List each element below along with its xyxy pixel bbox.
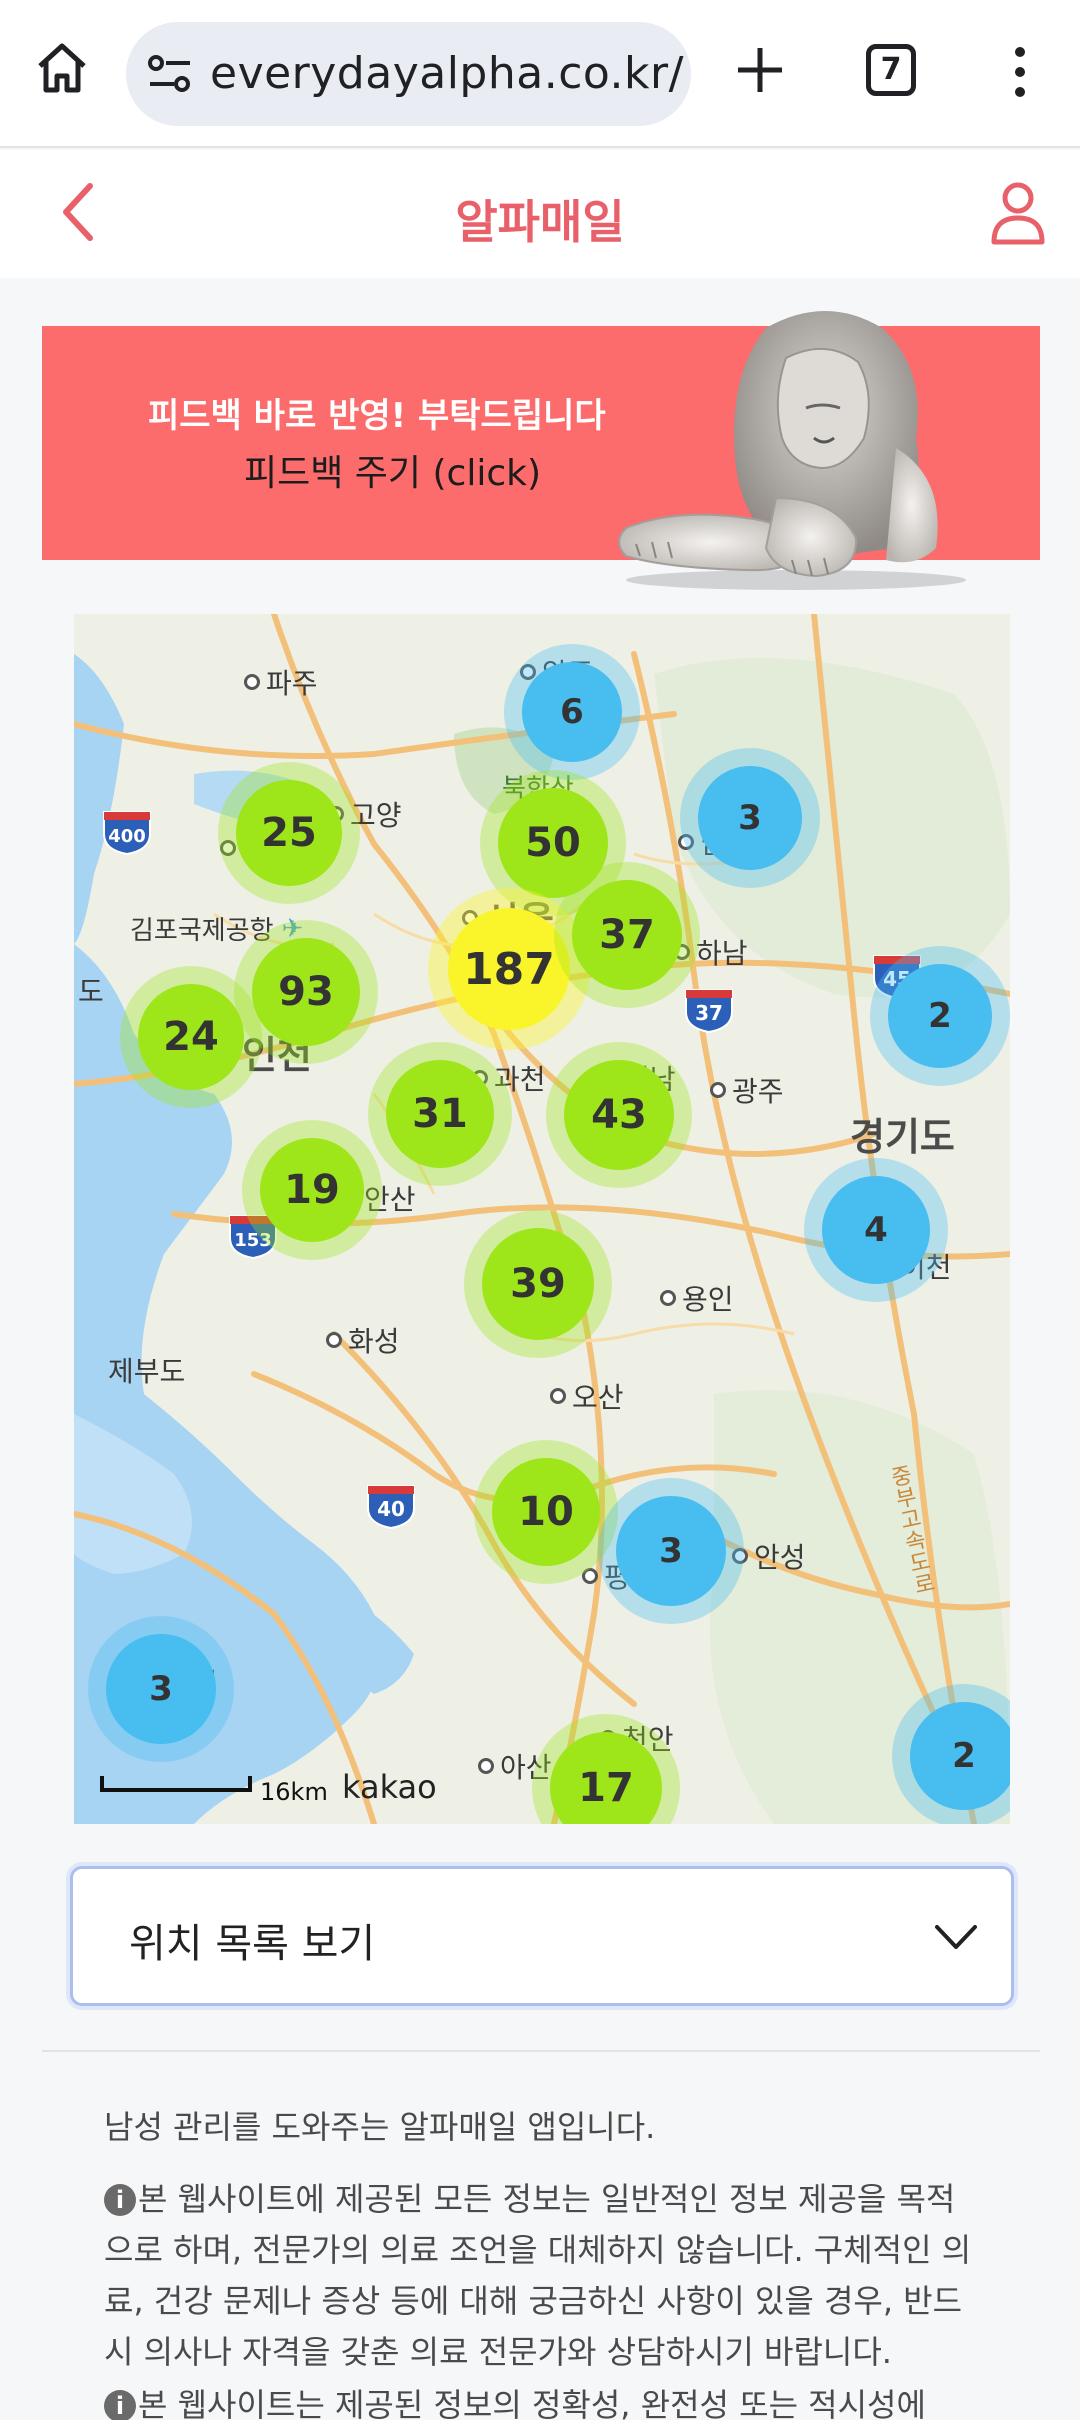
location-list-label: 위치 목록 보기 <box>129 1921 376 1967</box>
highway-shield-icon: 37 <box>682 984 736 1034</box>
region-label: 경기도 <box>850 1115 955 1159</box>
svg-text:153: 153 <box>234 1230 272 1251</box>
svg-text:37: 37 <box>695 1001 723 1025</box>
more-menu-icon[interactable] <box>1000 44 1040 100</box>
map-cluster[interactable]: 6 <box>522 662 622 762</box>
map-cluster[interactable]: 4 <box>822 1176 930 1284</box>
map-attribution: kakao <box>342 1768 437 1806</box>
place-label: 안성 <box>732 1536 806 1576</box>
map-cluster[interactable]: 2 <box>888 964 992 1068</box>
map-cluster[interactable]: 10 <box>492 1458 600 1566</box>
map-cluster[interactable]: 50 <box>498 788 608 898</box>
map-cluster[interactable]: 24 <box>138 984 244 1090</box>
map-cluster[interactable]: 3 <box>616 1496 726 1606</box>
browser-toolbar: everydayalpha.co.kr/ 7 <box>0 0 1080 148</box>
map-cluster[interactable]: 3 <box>106 1634 216 1744</box>
map-cluster[interactable]: 2 <box>910 1702 1010 1810</box>
place-label: 하남 <box>674 932 748 972</box>
map-cluster[interactable]: 187 <box>448 908 570 1030</box>
app-intro-text: 남성 관리를 도와주는 알파매일 앱입니다. <box>104 2108 656 2146</box>
tab-switcher-icon[interactable]: 7 <box>866 44 916 96</box>
disclaimer-paragraph: i본 웹사이트에 제공된 모든 정보는 일반적인 정보 제공을 목적으로 하며,… <box>104 2174 984 2378</box>
location-list-dropdown[interactable]: 위치 목록 보기 <box>70 1866 1014 2006</box>
map-cluster[interactable]: 31 <box>386 1060 494 1168</box>
lion-illustration <box>618 311 966 590</box>
feedback-banner[interactable]: 피드백 바로 반영! 부탁드립니다 피드백 주기 (click) <box>42 311 1040 590</box>
url-text[interactable]: everydayalpha.co.kr/ <box>210 48 684 99</box>
map-cluster[interactable]: 3 <box>698 766 802 870</box>
info-icon: i <box>104 2184 136 2216</box>
banner-headline: 피드백 바로 반영! 부탁드립니다 <box>148 396 606 436</box>
page-title: 알파매일 <box>455 195 625 249</box>
user-icon[interactable] <box>990 180 1046 246</box>
island-label: 제부도 <box>108 1355 186 1388</box>
place-label: 도 <box>78 975 104 1008</box>
new-tab-icon[interactable] <box>732 42 788 98</box>
place-label: 화성 <box>326 1320 400 1360</box>
highway-shield-icon: 40 <box>364 1480 418 1530</box>
map-cluster[interactable]: 37 <box>572 880 682 990</box>
info-icon: i <box>104 2390 136 2420</box>
map-scale-bar <box>100 1776 252 1792</box>
chevron-down-icon <box>935 1925 977 1949</box>
highway-shield-icon: 400 <box>100 806 154 856</box>
place-label: 오산 <box>550 1376 624 1416</box>
disclaimer-text: 본 웹사이트는 제공된 정보의 정확성, 완전성 또는 적시성에 <box>138 2386 926 2420</box>
place-label: 파주 <box>244 662 318 702</box>
map-cluster[interactable]: 93 <box>252 938 360 1046</box>
place-label: 아산 <box>478 1746 552 1786</box>
airport-label: 김포국제공항 ✈ <box>130 913 304 947</box>
map-cluster[interactable]: 43 <box>564 1060 674 1170</box>
app-header: 알파매일 <box>0 150 1080 278</box>
map-cluster[interactable]: 19 <box>260 1138 364 1242</box>
place-label: 용인 <box>660 1278 734 1318</box>
disclaimer-text: 본 웹사이트에 제공된 모든 정보는 일반적인 정보 제공을 목적으로 하며, … <box>104 2180 972 2371</box>
svg-text:40: 40 <box>377 1497 405 1521</box>
map-cluster[interactable]: 25 <box>236 780 342 886</box>
place-label: 광주 <box>710 1070 784 1110</box>
site-settings-icon[interactable] <box>146 52 194 96</box>
disclaimer-paragraph: i본 웹사이트는 제공된 정보의 정확성, 완전성 또는 적시성에 <box>104 2380 984 2420</box>
map-scale-label: 16km <box>260 1778 328 1806</box>
home-icon[interactable] <box>34 40 90 96</box>
map-cluster[interactable]: 39 <box>482 1228 594 1340</box>
clinic-map[interactable]: 파주 고양 김포 김포국제공항✈ 서울 하남 인천 과천 광주 경기도 안산 이… <box>74 614 1010 1824</box>
address-bar[interactable]: everydayalpha.co.kr/ <box>126 22 691 126</box>
svg-text:400: 400 <box>108 826 146 847</box>
section-divider <box>42 2050 1040 2052</box>
banner-feedback-link[interactable]: 피드백 주기 (click) <box>244 444 541 496</box>
